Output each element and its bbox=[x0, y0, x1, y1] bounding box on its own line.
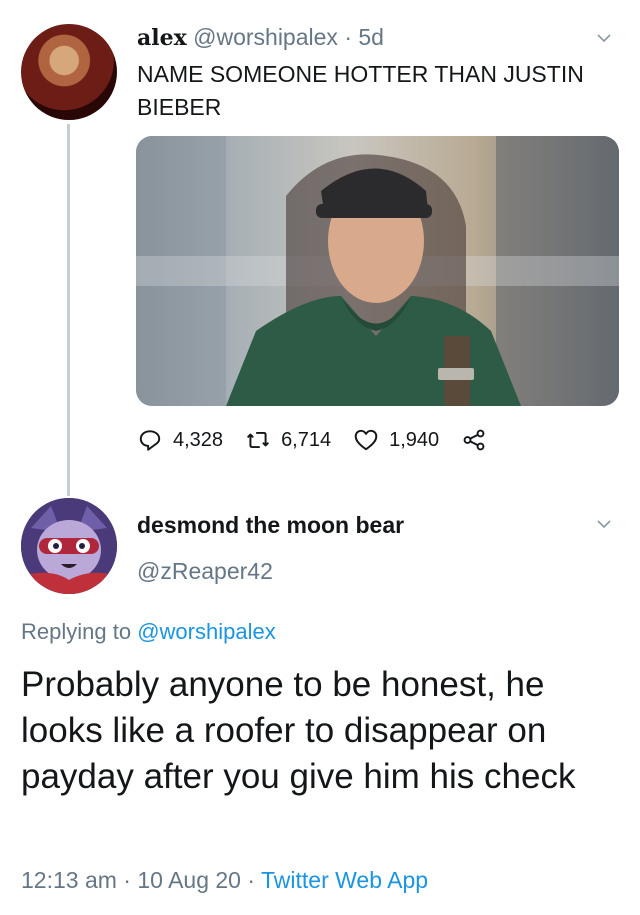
display-name[interactable]: desmond the moon bear bbox=[137, 512, 404, 539]
chevron-down-icon[interactable] bbox=[596, 516, 612, 532]
chevron-down-icon[interactable] bbox=[596, 30, 612, 46]
handle[interactable]: @worshipalex bbox=[193, 24, 338, 50]
reply-count: 4,328 bbox=[173, 428, 224, 451]
tweet-meta: 12:13 am · 10 Aug 20 · Twitter Web App bbox=[21, 867, 428, 894]
retweet-count: 6,714 bbox=[281, 428, 332, 451]
mention-link[interactable]: @worshipalex bbox=[137, 619, 276, 644]
display-name[interactable]: alex bbox=[137, 25, 187, 51]
reply-icon bbox=[139, 430, 161, 451]
separator: · bbox=[247, 867, 256, 893]
tweet-time[interactable]: 12:13 am bbox=[21, 867, 117, 893]
tweet-actions: 4,328 6,714 1,940 bbox=[137, 425, 519, 455]
replying-label: Replying to bbox=[21, 619, 132, 644]
share-icon bbox=[463, 429, 485, 451]
tweet-date[interactable]: 10 Aug 20 bbox=[137, 867, 241, 893]
like-icon bbox=[354, 429, 378, 451]
tweet-text: NAME SOMEONE HOTTER THAN JUSTIN BIEBER bbox=[137, 61, 584, 120]
like-count: 1,940 bbox=[389, 428, 440, 451]
source-link[interactable]: Twitter Web App bbox=[261, 867, 428, 893]
reply-button[interactable]: 4,328 bbox=[137, 427, 223, 453]
timestamp[interactable]: 5d bbox=[358, 24, 384, 50]
retweet-button[interactable]: 6,714 bbox=[245, 427, 331, 453]
share-button[interactable] bbox=[461, 427, 497, 453]
tweet-photo[interactable] bbox=[136, 136, 619, 406]
avatar[interactable] bbox=[21, 498, 117, 594]
thread-line bbox=[67, 124, 70, 496]
handle[interactable]: @zReaper42 bbox=[137, 558, 273, 585]
avatar[interactable] bbox=[21, 24, 117, 120]
tweet-header: alex @worshipalex · 5d bbox=[137, 22, 384, 53]
separator: · bbox=[344, 24, 352, 50]
retweet-icon bbox=[247, 431, 269, 449]
like-button[interactable]: 1,940 bbox=[353, 427, 439, 453]
replying-to: Replying to @worshipalex bbox=[21, 619, 276, 645]
tweet-text: Probably anyone to be honest, he looks l… bbox=[21, 665, 576, 796]
separator: · bbox=[123, 867, 131, 893]
